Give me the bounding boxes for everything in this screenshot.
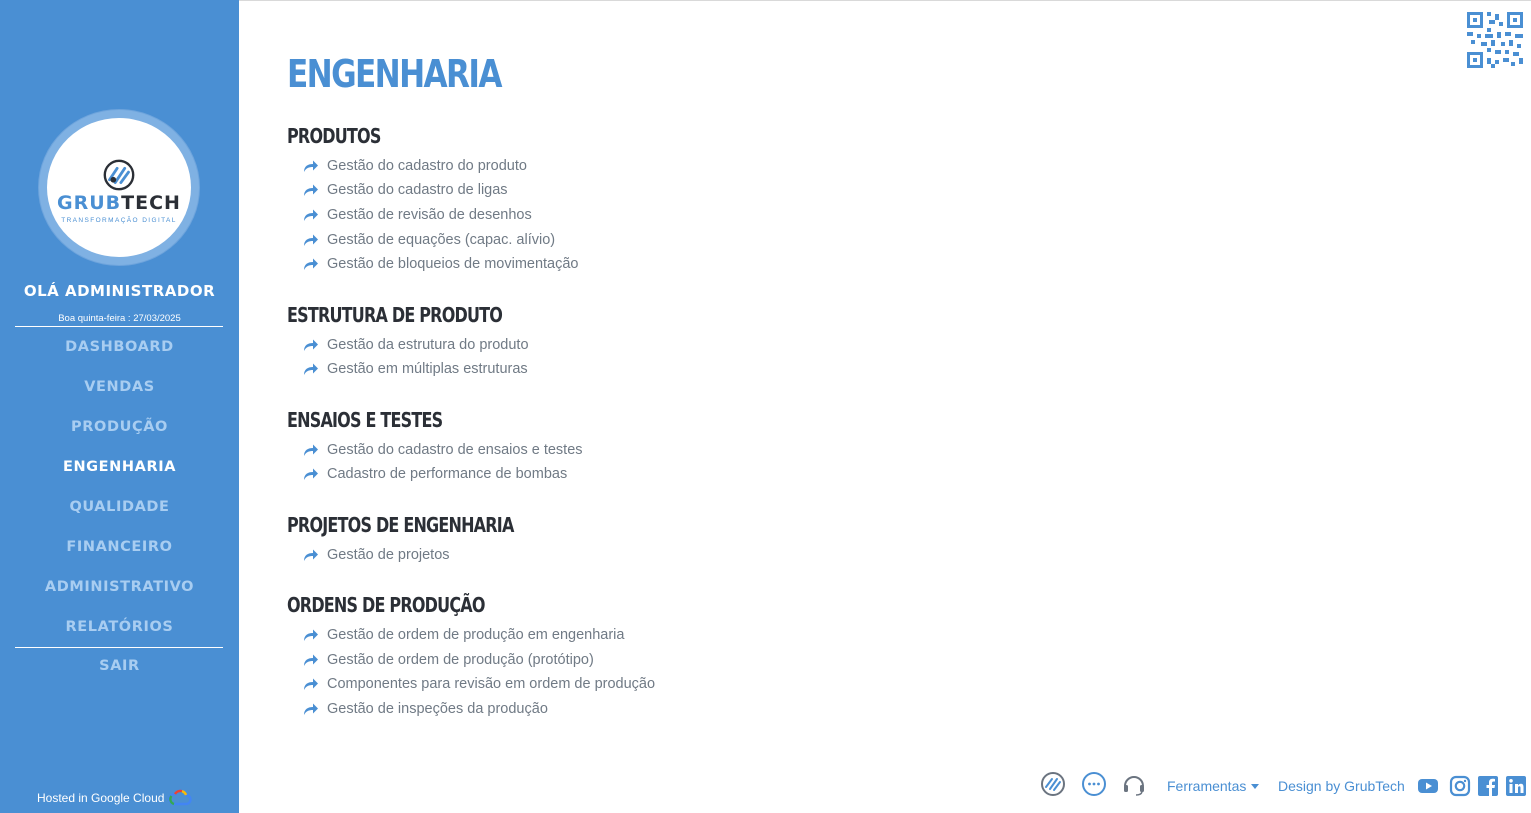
share-arrow-icon [304,234,318,246]
link-label: Gestão de revisão de desenhos [327,207,532,223]
logo-word-tech: TECH [121,192,181,214]
link-label: Gestão de ordem de produção (protótipo) [327,652,594,668]
sidebar-item-vendas[interactable]: VENDAS [0,377,239,417]
section-title-projetos: PROJETOS DE ENGENHARIA [287,513,514,537]
link-label: Gestão de projetos [327,547,450,563]
share-arrow-icon [304,184,318,196]
sidebar-item-administrativo[interactable]: ADMINISTRATIVO [0,577,239,617]
logo-tagline: TRANSFORMAÇÃO DIGITAL [61,217,177,224]
sidebar-divider [15,647,223,648]
user-greeting: OLÁ ADMINISTRADOR [23,282,216,300]
page-title: ENGENHARIA [287,52,502,96]
logo-wordmark: GRUBTECH [57,193,181,213]
link-label: Gestão de bloqueios de movimentação [327,256,579,272]
linkedin-icon[interactable] [1505,775,1527,797]
share-arrow-icon [304,209,318,221]
logo: GRUBTECH TRANSFORMAÇÃO DIGITAL [47,118,191,257]
share-arrow-icon [304,549,318,561]
caret-down-icon [1251,783,1260,789]
date-line: Boa quinta-feira : 27/03/2025 [58,313,181,324]
link-label: Gestão do cadastro do produto [327,158,527,174]
link-item[interactable]: Gestão do cadastro do produto [303,158,527,174]
youtube-icon[interactable] [1417,775,1439,797]
section-title-ensaios: ENSAIOS E TESTES [287,408,443,432]
share-arrow-icon [304,444,318,456]
logo-word-grub: GRUB [57,192,122,214]
section-title-estrutura: ESTRUTURA DE PRODUTO [287,303,503,327]
logo-badge[interactable]: GRUBTECH TRANSFORMAÇÃO DIGITAL [39,110,199,265]
link-item[interactable]: Gestão da estrutura do produto [303,337,529,353]
link-item[interactable]: Gestão do cadastro de ensaios e testes [303,442,583,458]
hosted-badge: Hosted in Google Cloud [37,788,193,808]
share-arrow-icon [304,678,318,690]
sidebar-nav: DASHBOARD VENDAS PRODUÇÃO ENGENHARIA QUA… [0,337,239,657]
link-label: Cadastro de performance de bombas [327,466,568,482]
link-label: Gestão de ordem de produção em engenhari… [327,627,625,643]
grubtech-icon[interactable] [1040,771,1066,797]
link-item[interactable]: Gestão de revisão de desenhos [303,207,532,223]
sidebar-item-financeiro[interactable]: FINANCEIRO [0,537,239,577]
share-arrow-icon [304,654,318,666]
headset-icon[interactable] [1121,771,1147,797]
link-label: Componentes para revisão em ordem de pro… [327,676,656,692]
link-item[interactable]: Gestão de projetos [303,547,450,563]
link-item[interactable]: Gestão de ordem de produção em engenhari… [303,627,624,643]
facebook-icon[interactable] [1477,775,1499,797]
link-label: Gestão do cadastro de ligas [327,182,508,198]
qr-code-icon[interactable] [1467,12,1523,68]
hosted-label: Hosted in Google Cloud [37,791,165,805]
link-item[interactable]: Gestão de ordem de produção (protótipo) [303,652,594,668]
share-arrow-icon [304,703,318,715]
logout-button[interactable]: SAIR [0,658,239,674]
link-label: Gestão da estrutura do produto [327,337,529,353]
share-arrow-icon [304,258,318,270]
link-item[interactable]: Cadastro de performance de bombas [303,466,567,482]
link-label: Gestão de equações (capac. alívio) [327,232,556,248]
share-arrow-icon [304,339,318,351]
top-divider [239,0,1531,1]
grubtech-logo-icon [103,159,135,191]
link-label: Gestão de inspeções da produção [327,701,548,717]
sidebar: GRUBTECH TRANSFORMAÇÃO DIGITAL OLÁ ADMIN… [0,0,239,813]
link-item[interactable]: Gestão em múltiplas estruturas [303,361,528,377]
section-title-ordens: ORDENS DE PRODUÇÃO [287,593,485,617]
section-title-produtos: PRODUTOS [287,124,381,148]
link-item[interactable]: Componentes para revisão em ordem de pro… [303,676,655,692]
sidebar-item-qualidade[interactable]: QUALIDADE [0,497,239,537]
sidebar-item-producao[interactable]: PRODUÇÃO [0,417,239,457]
share-arrow-icon [304,160,318,172]
tools-label: Ferramentas [1167,778,1247,794]
link-label: Gestão do cadastro de ensaios e testes [327,442,583,458]
share-arrow-icon [304,629,318,641]
link-item[interactable]: Gestão de bloqueios de movimentação [303,256,579,272]
share-arrow-icon [304,468,318,480]
link-item[interactable]: Gestão do cadastro de ligas [303,182,508,198]
sidebar-item-dashboard[interactable]: DASHBOARD [0,337,239,377]
chat-icon[interactable] [1081,771,1107,797]
link-item[interactable]: Gestão de inspeções da produção [303,701,548,717]
design-credit-link[interactable]: Design by GrubTech [1278,778,1405,794]
sidebar-item-engenharia[interactable]: ENGENHARIA [0,457,239,497]
link-label: Gestão em múltiplas estruturas [327,361,528,377]
instagram-icon[interactable] [1449,775,1471,797]
tools-dropdown[interactable]: Ferramentas [1167,778,1260,794]
google-cloud-icon [168,789,193,806]
sidebar-item-relatorios[interactable]: RELATÓRIOS [0,617,239,657]
share-arrow-icon [304,363,318,375]
sidebar-divider [15,326,223,327]
link-item[interactable]: Gestão de equações (capac. alívio) [303,232,555,248]
